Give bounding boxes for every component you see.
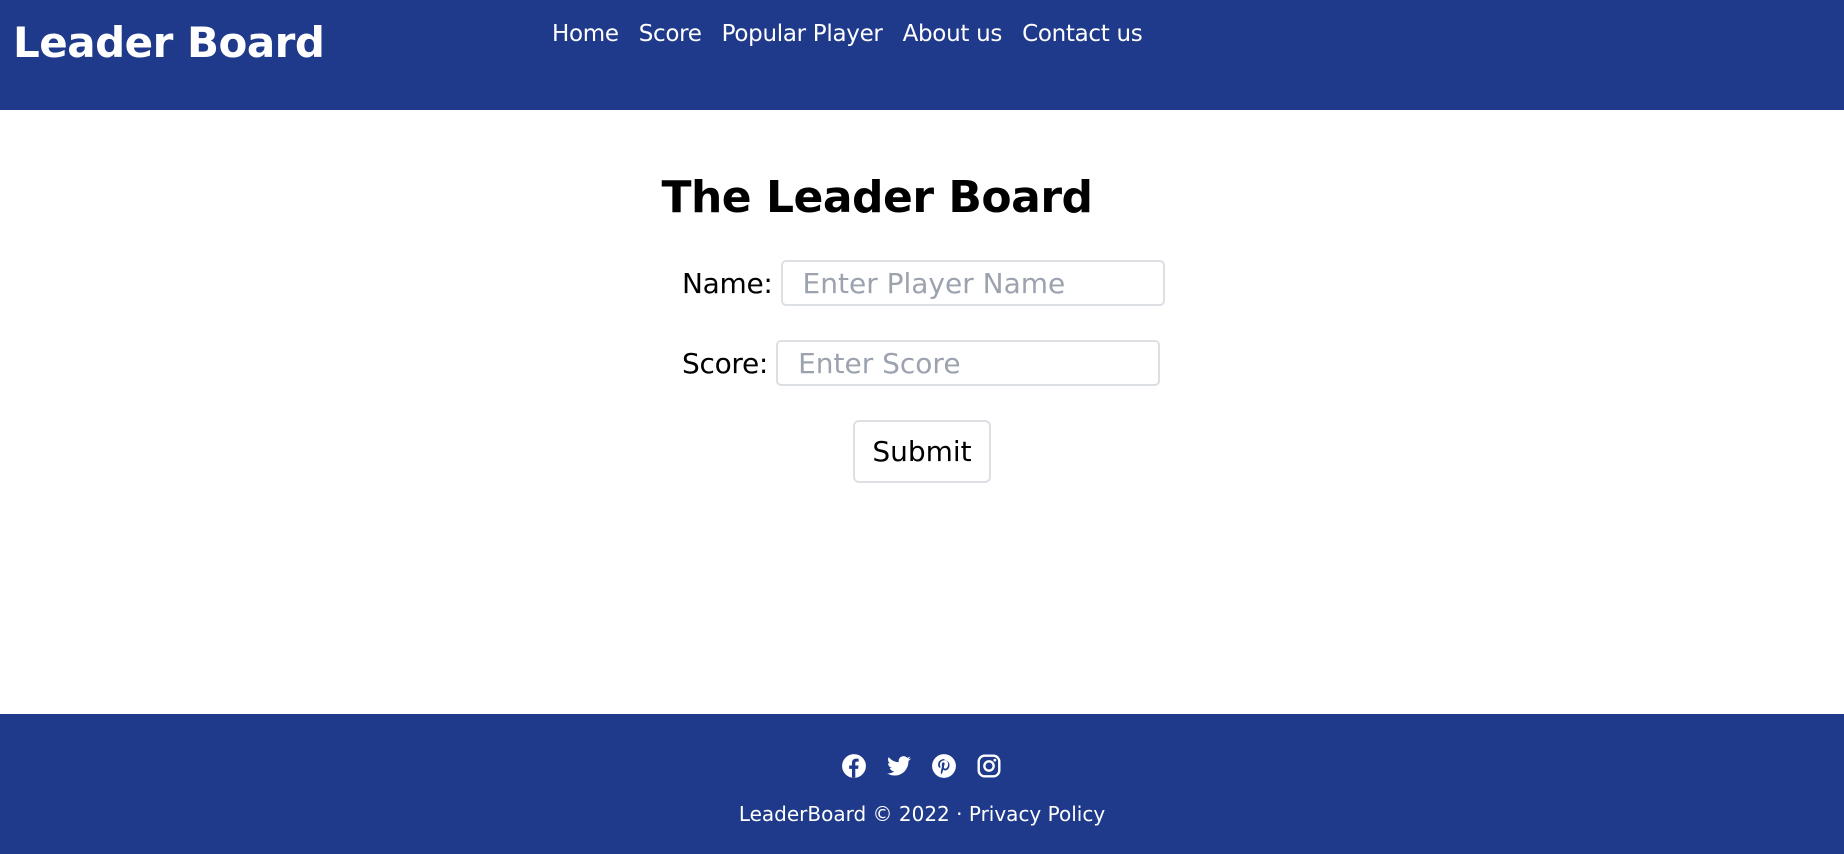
main-nav: Home Score Popular Player About us Conta…	[552, 16, 1143, 52]
player-name-input[interactable]	[780, 260, 1165, 306]
pinterest-icon[interactable]	[931, 753, 957, 779]
score-label: Score:	[682, 346, 769, 380]
twitter-icon[interactable]	[886, 753, 912, 779]
name-label: Name:	[682, 266, 773, 300]
nav-link-score[interactable]: Score	[639, 21, 702, 47]
submit-button[interactable]: Submit	[853, 420, 991, 483]
facebook-icon[interactable]	[841, 753, 867, 779]
social-links	[841, 753, 1002, 779]
site-header: Leader Board Home Score Popular Player A…	[0, 0, 1844, 110]
nav-link-home[interactable]: Home	[552, 21, 619, 47]
name-form-row: Name:	[682, 260, 1165, 306]
copyright-text: LeaderBoard © 2022 ·	[738, 802, 963, 826]
privacy-policy-link[interactable]: Privacy Policy	[969, 802, 1105, 826]
instagram-icon[interactable]	[976, 753, 1002, 779]
nav-link-about-us[interactable]: About us	[903, 21, 1003, 47]
nav-link-contact-us[interactable]: Contact us	[1022, 21, 1143, 47]
brand-logo-text[interactable]: Leader Board	[13, 14, 325, 72]
site-footer	[0, 714, 1844, 854]
copyright-line: LeaderBoard © 2022 · Privacy Policy	[0, 802, 1844, 826]
score-input[interactable]	[776, 340, 1161, 386]
page-title: The Leader Board	[661, 172, 1093, 223]
nav-link-popular-player[interactable]: Popular Player	[722, 21, 883, 47]
score-form-row: Score:	[682, 340, 1161, 386]
